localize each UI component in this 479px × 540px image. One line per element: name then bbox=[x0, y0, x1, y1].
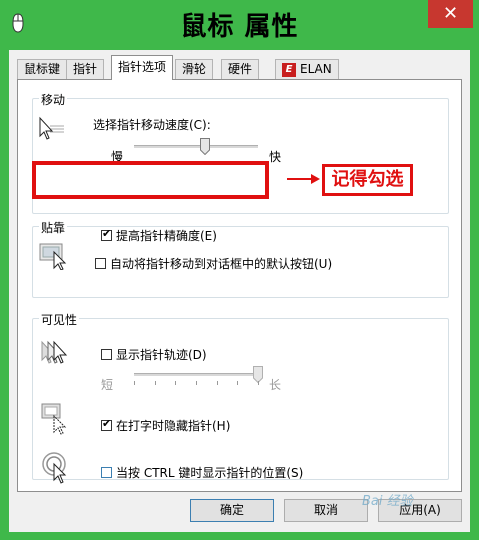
visibility-group: 可见性 bbox=[32, 311, 449, 480]
ctrl-locate-label: 当按 CTRL 键时显示指针的位置(S) bbox=[116, 466, 304, 480]
tab-elan[interactable]: E ELAN bbox=[275, 59, 339, 79]
tab-hardware[interactable]: 硬件 bbox=[221, 59, 260, 79]
precision-highlight-box bbox=[32, 161, 269, 199]
tab-pointers[interactable]: 指针 bbox=[66, 59, 105, 79]
fast-label: 快 bbox=[269, 150, 282, 164]
pointer-options-panel: 移动 选择指针移动速度(C): 慢 快 ✔ 提高指针精确度(E) 贴靠 自动将指针… bbox=[17, 79, 462, 492]
ctrl-locate-checkbox[interactable] bbox=[101, 467, 112, 478]
elan-logo-icon: E bbox=[282, 62, 296, 77]
speed-label: 选择指针移动速度(C): bbox=[93, 118, 211, 132]
hide-pointer-icon bbox=[41, 403, 67, 435]
slider-tick bbox=[258, 381, 259, 385]
hide-typing-option[interactable]: ✔ 在打字时隐藏指针(H) bbox=[101, 417, 231, 435]
hide-typing-label: 在打字时隐藏指针(H) bbox=[116, 419, 231, 433]
dialog-client-area: 鼠标键 指针 指针选项 滑轮 硬件 E ELAN 移动 选择指针移动速度(C): … bbox=[9, 50, 470, 532]
speed-slider-thumb[interactable] bbox=[199, 138, 210, 155]
short-label: 短 bbox=[101, 378, 114, 392]
tab-pointer-options[interactable]: 指针选项 bbox=[111, 55, 174, 80]
slider-tick bbox=[196, 381, 197, 385]
motion-group-label: 移动 bbox=[39, 91, 68, 108]
slider-tick bbox=[134, 381, 135, 385]
tab-wheel[interactable]: 滑轮 bbox=[175, 59, 214, 79]
speed-slider-track[interactable] bbox=[134, 145, 258, 149]
long-label: 长 bbox=[269, 378, 282, 392]
snap-to-button-icon bbox=[39, 243, 67, 270]
slider-tick bbox=[175, 381, 177, 385]
title-bar: 鼠标 属性 ✕ bbox=[0, 0, 479, 50]
trails-option[interactable]: 显示指针轨迹(D) bbox=[101, 348, 207, 364]
slider-tick bbox=[154, 381, 156, 385]
ctrl-locate-option[interactable]: 当按 CTRL 键时显示指针的位置(S) bbox=[101, 466, 303, 482]
trails-slider-track[interactable] bbox=[134, 373, 258, 377]
tab-elan-label: ELAN bbox=[300, 62, 332, 76]
hide-typing-checkbox[interactable]: ✔ bbox=[101, 417, 112, 431]
close-icon: ✕ bbox=[442, 3, 459, 24]
slider-tick bbox=[216, 381, 218, 385]
cancel-button[interactable]: 取消 bbox=[284, 499, 368, 522]
locate-pointer-icon bbox=[42, 452, 67, 484]
trails-checkbox[interactable] bbox=[101, 349, 112, 360]
close-button[interactable]: ✕ bbox=[428, 0, 473, 28]
snap-label: 自动将指针移动到对话框中的默认按钮(U) bbox=[110, 257, 333, 271]
snap-group-label: 贴靠 bbox=[39, 219, 68, 236]
pointer-trails-icon bbox=[41, 340, 68, 364]
watermark: Bai 经验 bbox=[362, 494, 413, 509]
checkmark-icon: ✔ bbox=[102, 417, 112, 430]
trails-label: 显示指针轨迹(D) bbox=[116, 348, 207, 362]
visibility-group-label: 可见性 bbox=[39, 311, 80, 328]
pointer-speed-icon bbox=[39, 116, 64, 140]
arrow-right-icon bbox=[287, 174, 320, 184]
window-title: 鼠标 属性 bbox=[180, 12, 299, 42]
snap-option[interactable]: 自动将指针移动到对话框中的默认按钮(U) bbox=[95, 257, 332, 273]
ok-button[interactable]: 确定 bbox=[190, 499, 274, 522]
annotation-note: 记得勾选 bbox=[322, 164, 413, 196]
slider-tick bbox=[237, 381, 239, 385]
tab-mouse-buttons[interactable]: 鼠标键 bbox=[17, 59, 68, 79]
snap-checkbox[interactable] bbox=[95, 258, 106, 269]
